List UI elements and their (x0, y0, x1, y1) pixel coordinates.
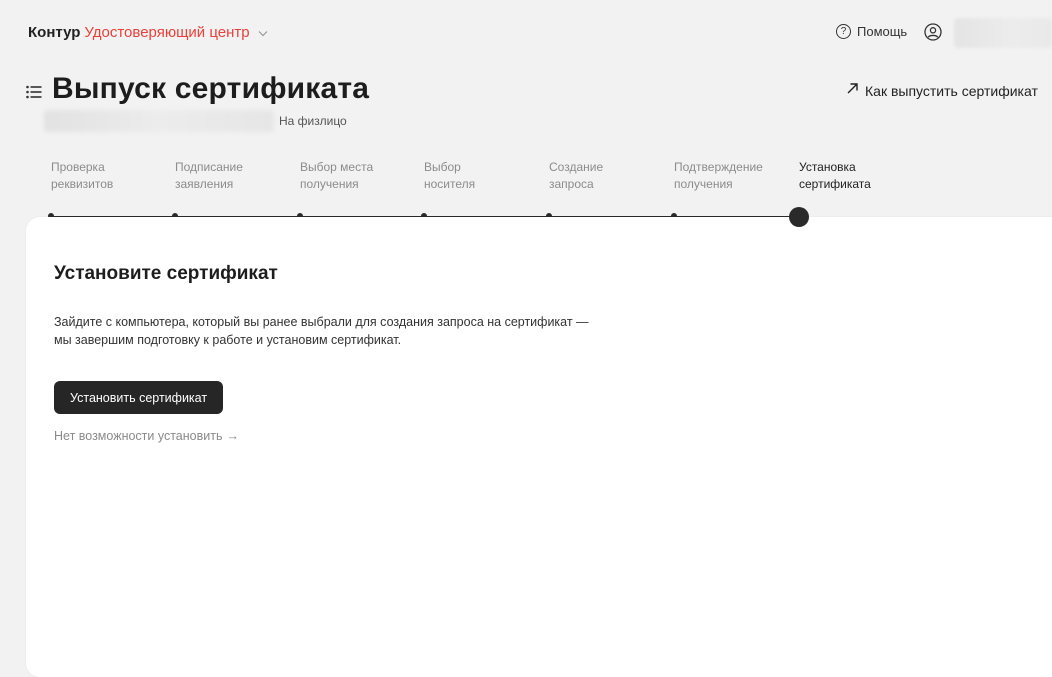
card-description: Зайдите с компьютера, который вы ранее в… (54, 313, 694, 349)
step-label[interactable]: Создание запроса (549, 159, 667, 193)
step-label-line: заявления (175, 177, 234, 191)
step-label[interactable]: Выбор носителя (424, 159, 542, 193)
card-description-line: Зайдите с компьютера, который вы ранее в… (54, 315, 589, 329)
cannot-install-link[interactable]: Нет возможности установить → (54, 429, 239, 443)
chevron-down-icon[interactable] (258, 26, 268, 40)
user-icon[interactable] (924, 23, 942, 41)
step-label-line: сертификата (799, 177, 871, 191)
arrow-right-icon: → (226, 429, 239, 443)
help-label: Помощь (857, 24, 908, 39)
organization-name-redacted (44, 110, 274, 132)
account-name-redacted[interactable] (954, 18, 1052, 48)
howto-link[interactable]: Как выпустить сертификат (846, 82, 1038, 99)
menu-icon[interactable] (26, 85, 42, 99)
step-label-active[interactable]: Установка сертификата (799, 159, 917, 193)
main-card: Установите сертификат Зайдите с компьюте… (26, 217, 1052, 677)
card-description-line: мы завершим подготовку к работе и устано… (54, 333, 402, 347)
install-certificate-button[interactable]: Установить сертификат (54, 381, 224, 414)
step-label[interactable]: Подтверждение получения (674, 159, 792, 193)
step-label-line: Выбор (424, 160, 461, 174)
step-label-line: запроса (549, 177, 594, 191)
step-label-line: Выбор места (300, 160, 374, 174)
help-link[interactable]: ? Помощь (836, 24, 907, 39)
step-label-line: Установка (799, 160, 856, 174)
page-subtitle: На физлицо (279, 114, 347, 128)
page-title: Выпуск сертификата (52, 72, 370, 105)
card-title: Установите сертификат (54, 263, 278, 284)
help-icon: ? (836, 24, 851, 39)
step-label[interactable]: Выбор места получения (300, 159, 418, 193)
arrow-up-right-icon (846, 82, 859, 99)
step-label-line: получения (674, 177, 733, 191)
step-label-line: Проверка (51, 160, 105, 174)
brand[interactable]: Контур Удостоверяющий центр (28, 24, 268, 41)
step-label[interactable]: Подписание заявления (175, 159, 293, 193)
brand-product: Удостоверяющий центр (84, 24, 250, 41)
cannot-install-label: Нет возможности установить (54, 429, 223, 443)
step-label-line: реквизитов (51, 177, 114, 191)
step-label[interactable]: Проверка реквизитов (51, 159, 169, 193)
howto-label: Как выпустить сертификат (865, 82, 1038, 99)
step-label-line: Подписание (175, 160, 243, 174)
step-label-line: Создание (549, 160, 604, 174)
step-label-line: носителя (424, 177, 476, 191)
step-dot-active (789, 207, 809, 227)
brand-name: Контур (28, 24, 81, 41)
step-label-line: Подтверждение (674, 160, 763, 174)
step-label-line: получения (300, 177, 359, 191)
